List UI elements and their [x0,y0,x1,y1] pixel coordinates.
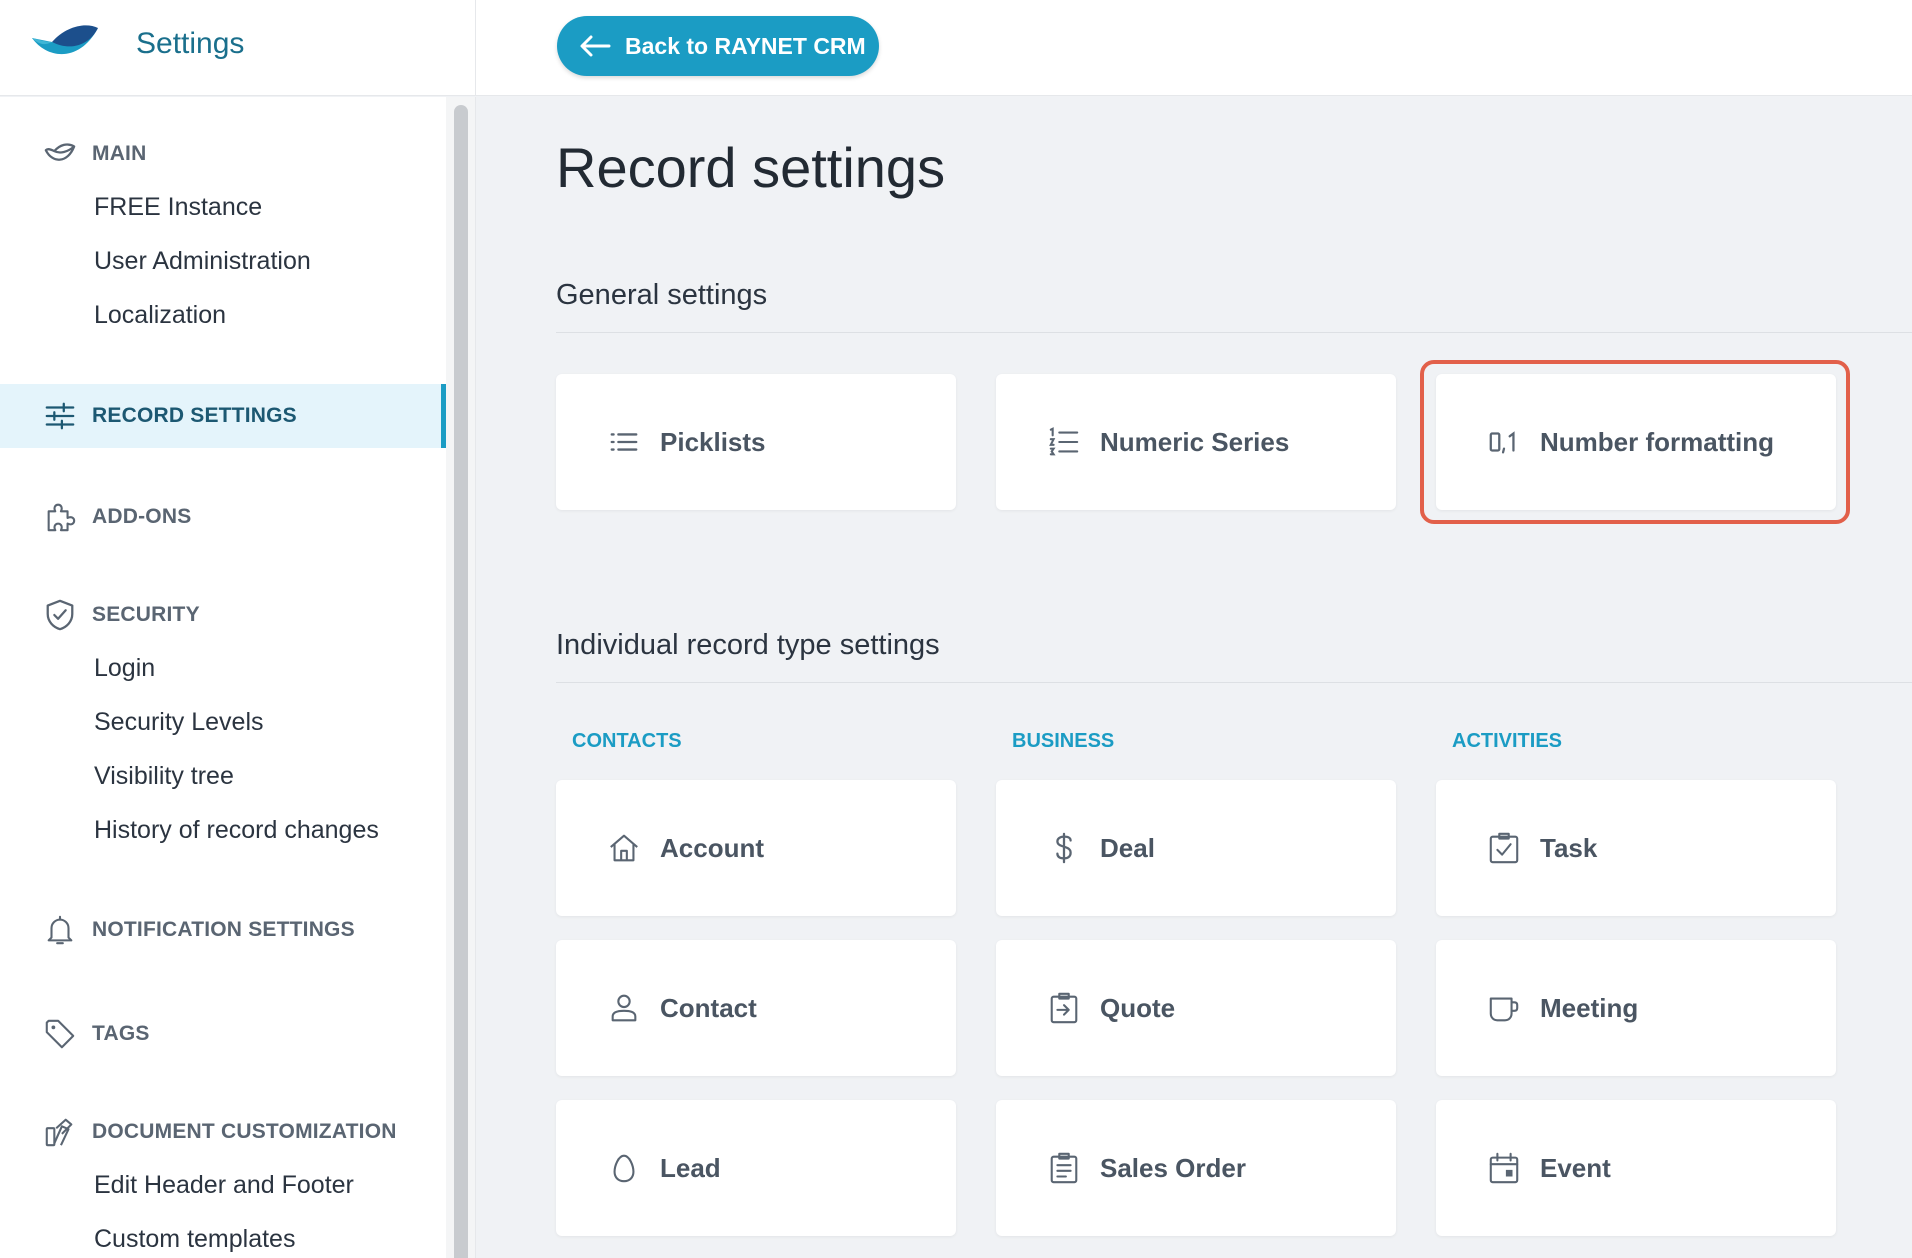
sidebar-section-notifications-label: NOTIFICATION SETTINGS [92,918,355,941]
general-settings-divider [556,332,1912,333]
numbered-list-icon [1046,424,1082,460]
card-account[interactable]: Account [556,780,956,916]
card-number-formatting-label: Number formatting [1540,426,1774,457]
dollar-icon [1046,830,1082,866]
card-meeting[interactable]: Meeting [1436,940,1836,1076]
card-deal[interactable]: Deal [996,780,1396,916]
shield-icon [42,597,78,633]
sidebar-section-record-settings-label: RECORD SETTINGS [92,404,297,427]
card-contact[interactable]: Contact [556,940,956,1076]
card-number-formatting[interactable]: Number formatting [1436,374,1836,510]
sidebar-section-documents[interactable]: DOCUMENT CUSTOMIZATION [42,1112,397,1152]
sidebar-section-notifications[interactable]: NOTIFICATION SETTINGS [42,910,355,950]
sidebar-item-visibility-tree[interactable]: Visibility tree [94,762,234,791]
sidebar-item-security-levels[interactable]: Security Levels [94,708,264,737]
category-contacts: CONTACTS [572,730,682,752]
raynet-logo-icon[interactable] [30,20,100,66]
app-title: Settings [136,27,245,60]
general-settings-title: General settings [556,279,768,311]
raynet-outline-icon [42,136,78,172]
scrollbar-thumb[interactable] [454,105,468,1258]
arrow-left-icon [580,35,611,57]
sidebar-section-security[interactable]: SECURITY [42,595,200,635]
number-format-icon [1486,424,1522,460]
card-task-label: Task [1540,832,1598,863]
person-icon [606,990,642,1026]
clipboard-icon [1046,1150,1082,1186]
sidebar-section-addons[interactable]: ADD-ONS [42,497,191,537]
card-numeric-series[interactable]: Numeric Series [996,374,1396,510]
sidebar: MAIN FREE Instance User Administration L… [0,97,476,1258]
card-picklists[interactable]: Picklists [556,374,956,510]
card-quote[interactable]: Quote [996,940,1396,1076]
card-sales-order[interactable]: Sales Order [996,1100,1396,1236]
sidebar-section-main-label: MAIN [92,142,147,165]
sidebar-item-record-settings[interactable]: RECORD SETTINGS [0,384,446,448]
card-numeric-series-label: Numeric Series [1100,426,1290,457]
card-contact-label: Contact [660,992,757,1023]
sidebar-item-free-instance[interactable]: FREE Instance [94,193,262,222]
sidebar-section-security-label: SECURITY [92,603,200,626]
back-to-crm-button[interactable]: Back to RAYNET CRM [557,16,879,76]
quote-doc-icon [1046,990,1082,1026]
sidebar-item-localization[interactable]: Localization [94,301,226,330]
tag-icon [42,1016,78,1052]
card-deal-label: Deal [1100,832,1155,863]
cup-icon [1486,990,1522,1026]
sidebar-section-documents-label: DOCUMENT CUSTOMIZATION [92,1120,397,1143]
card-event[interactable]: Event [1436,1100,1836,1236]
checkbox-icon [1486,830,1522,866]
bell-icon [42,912,78,948]
card-lead-label: Lead [660,1152,721,1183]
card-event-label: Event [1540,1152,1611,1183]
sidebar-item-login[interactable]: Login [94,654,155,683]
card-task[interactable]: Task [1436,780,1836,916]
card-lead[interactable]: Lead [556,1100,956,1236]
sidebar-section-tags-label: TAGS [92,1022,150,1045]
category-business: BUSINESS [1012,730,1115,752]
calendar-icon [1486,1150,1522,1186]
sidebar-section-main[interactable]: MAIN [42,134,146,174]
sidebar-item-user-administration[interactable]: User Administration [94,247,311,276]
card-meeting-label: Meeting [1540,992,1639,1023]
list-icon [606,424,642,460]
sidebar-item-history-of-record-changes[interactable]: History of record changes [94,816,379,845]
back-button-label: Back to RAYNET CRM [625,32,866,59]
brand: Settings [0,0,476,96]
sidebar-item-custom-templates[interactable]: Custom templates [94,1225,295,1254]
card-sales-order-label: Sales Order [1100,1152,1246,1183]
category-activities: ACTIVITIES [1452,730,1563,752]
card-picklists-label: Picklists [660,426,766,457]
top-bar: Settings Back to RAYNET CRM [0,0,1912,96]
individual-settings-divider [556,682,1912,683]
sliders-icon [42,398,78,434]
main-content: Record settings General settings Picklis… [477,97,1912,1258]
puzzle-icon [42,499,78,535]
home-icon [606,830,642,866]
sidebar-item-edit-header-footer[interactable]: Edit Header and Footer [94,1171,354,1200]
egg-icon [606,1150,642,1186]
card-account-label: Account [660,832,764,863]
sidebar-section-addons-label: ADD-ONS [92,505,192,528]
sidebar-section-record-settings: RECORD SETTINGS [42,396,297,436]
page-title: Record settings [556,136,946,199]
sidebar-section-tags[interactable]: TAGS [42,1014,150,1054]
card-quote-label: Quote [1100,992,1176,1023]
individual-settings-title: Individual record type settings [556,629,940,661]
swatches-icon [42,1114,78,1150]
